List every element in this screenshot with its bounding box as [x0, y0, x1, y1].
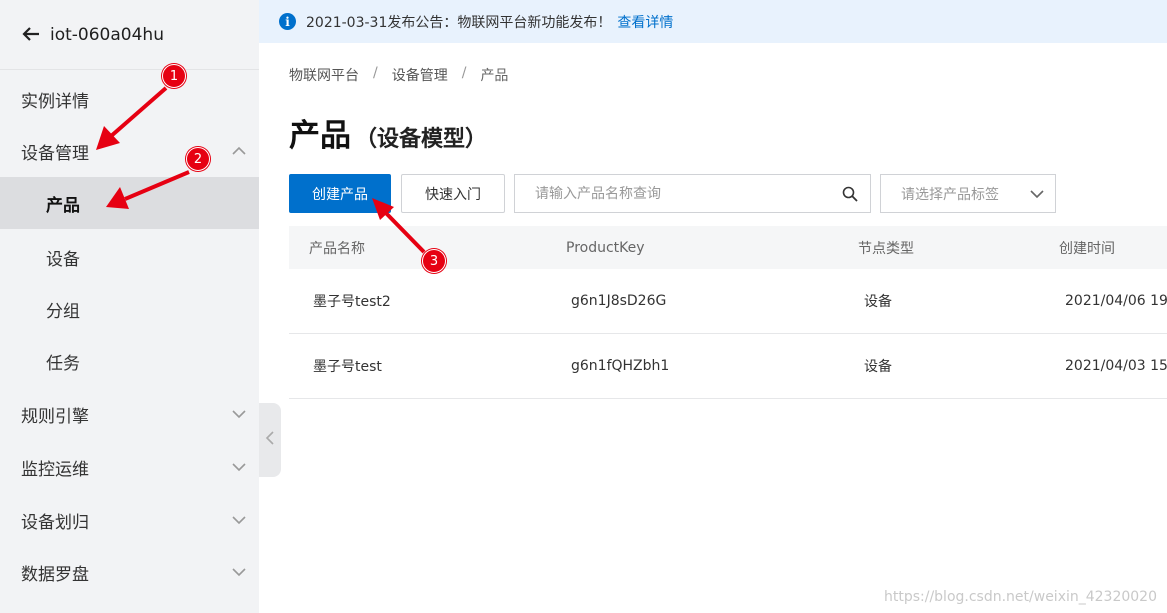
- chevron-down-icon: [231, 512, 247, 528]
- created-time-cell: 2021/04/06 19:3: [1065, 293, 1167, 309]
- table-row[interactable]: 墨子号test2 g6n1J8sD26G 设备 2021/04/06 19:3: [289, 269, 1167, 334]
- sidebar-item-rule-engine[interactable]: 规则引擎: [0, 388, 259, 440]
- node-type-cell: 设备: [864, 359, 892, 375]
- breadcrumb: 物联网平台 / 设备管理 / 产品: [289, 65, 508, 85]
- product-search-input[interactable]: [515, 175, 830, 212]
- product-key-cell: g6n1J8sD26G: [571, 293, 667, 309]
- chevron-down-icon: [1029, 186, 1045, 202]
- sidebar-item-data-compass[interactable]: 数据罗盘: [0, 546, 259, 598]
- quick-start-button[interactable]: 快速入门: [401, 174, 505, 213]
- app-root: iot-060a04hu 实例详情 设备管理 产品 设备 分组 任务 规则引擎: [0, 0, 1167, 613]
- product-key-cell: g6n1fQHZbh1: [571, 358, 670, 374]
- sidebar-item-device-management[interactable]: 设备管理: [0, 125, 259, 177]
- chevron-down-icon: [231, 406, 247, 422]
- column-header-product-key: ProductKey: [566, 239, 645, 256]
- product-tag-select-placeholder: 请选择产品标签: [901, 186, 999, 203]
- chevron-up-icon: [231, 143, 247, 159]
- breadcrumb-separator: /: [461, 65, 467, 81]
- sidebar-item-label: 监控运维: [21, 459, 89, 480]
- sidebar-item-label: 设备管理: [21, 143, 89, 164]
- annotation-badge-2: 2: [186, 147, 210, 171]
- sidebar-item-label: 产品: [46, 195, 80, 216]
- watermark: https://blog.csdn.net/weixin_42320020: [883, 589, 1157, 605]
- back-arrow-icon[interactable]: [22, 23, 40, 47]
- breadcrumb-device-management[interactable]: 设备管理: [392, 65, 448, 85]
- sidebar-item-label: 设备划归: [21, 512, 89, 533]
- column-header-created-time: 创建时间: [1059, 240, 1115, 257]
- breadcrumb-separator: /: [373, 65, 378, 81]
- sidebar-item-products[interactable]: 产品: [0, 177, 259, 229]
- table-header: 产品名称 ProductKey 节点类型 创建时间: [289, 226, 1167, 269]
- page-title-main: 产品: [289, 118, 351, 154]
- product-tag-select[interactable]: 请选择产品标签: [880, 174, 1056, 213]
- node-type-cell: 设备: [864, 294, 892, 310]
- sidebar-collapse-toggle[interactable]: [259, 403, 281, 477]
- chevron-down-icon: [231, 459, 247, 475]
- breadcrumb-current: 产品: [480, 68, 509, 84]
- chevron-left-icon: [265, 430, 275, 450]
- sidebar-item-device-assignment[interactable]: 设备划归: [0, 494, 259, 546]
- annotation-badge-3: 3: [422, 249, 446, 273]
- info-icon: i: [279, 13, 296, 30]
- sidebar-item-instance-details[interactable]: 实例详情: [0, 73, 259, 125]
- sidebar-item-label: 实例详情: [21, 91, 89, 112]
- sidebar-item-label: 规则引擎: [21, 406, 89, 427]
- sidebar: iot-060a04hu 实例详情 设备管理 产品 设备 分组 任务 规则引擎: [0, 0, 259, 613]
- breadcrumb-iot-platform[interactable]: 物联网平台: [289, 65, 359, 85]
- sidebar-item-label: 任务: [46, 353, 80, 374]
- created-time-cell: 2021/04/03 15:3: [1065, 358, 1167, 374]
- sidebar-item-monitoring-ops[interactable]: 监控运维: [0, 441, 259, 493]
- sidebar-item-devices[interactable]: 设备: [0, 231, 259, 283]
- announcement-details-link[interactable]: 查看详情: [617, 12, 673, 32]
- table-row[interactable]: 墨子号test g6n1fQHZbh1 设备 2021/04/03 15:3: [289, 334, 1167, 399]
- search-icon[interactable]: [830, 186, 870, 202]
- sidebar-item-label: 数据罗盘: [21, 564, 89, 585]
- page-title-subtitle: （设备模型）: [355, 127, 488, 152]
- product-name-cell[interactable]: 墨子号test2: [313, 269, 391, 333]
- instance-id: iot-060a04hu: [50, 24, 164, 45]
- sidebar-header: iot-060a04hu: [0, 0, 259, 70]
- sidebar-item-label: 设备: [46, 249, 80, 270]
- annotation-badge-1: 1: [162, 64, 186, 88]
- column-header-node-type: 节点类型: [858, 240, 914, 257]
- product-search: [514, 174, 871, 213]
- sidebar-item-label: 分组: [46, 301, 80, 322]
- announcement-bar: i 2021-03-31发布公告：物联网平台新功能发布！ 查看详情: [259, 0, 1167, 43]
- sidebar-item-groups[interactable]: 分组: [0, 283, 259, 335]
- column-header-product-name: 产品名称: [309, 240, 365, 257]
- page-title: 产品 （设备模型）: [289, 110, 487, 155]
- create-product-button[interactable]: 创建产品: [289, 174, 391, 213]
- product-name-cell[interactable]: 墨子号test: [313, 334, 382, 398]
- announcement-text: 2021-03-31发布公告：物联网平台新功能发布！: [306, 14, 612, 31]
- chevron-down-icon: [231, 564, 247, 580]
- sidebar-item-tasks[interactable]: 任务: [0, 335, 259, 387]
